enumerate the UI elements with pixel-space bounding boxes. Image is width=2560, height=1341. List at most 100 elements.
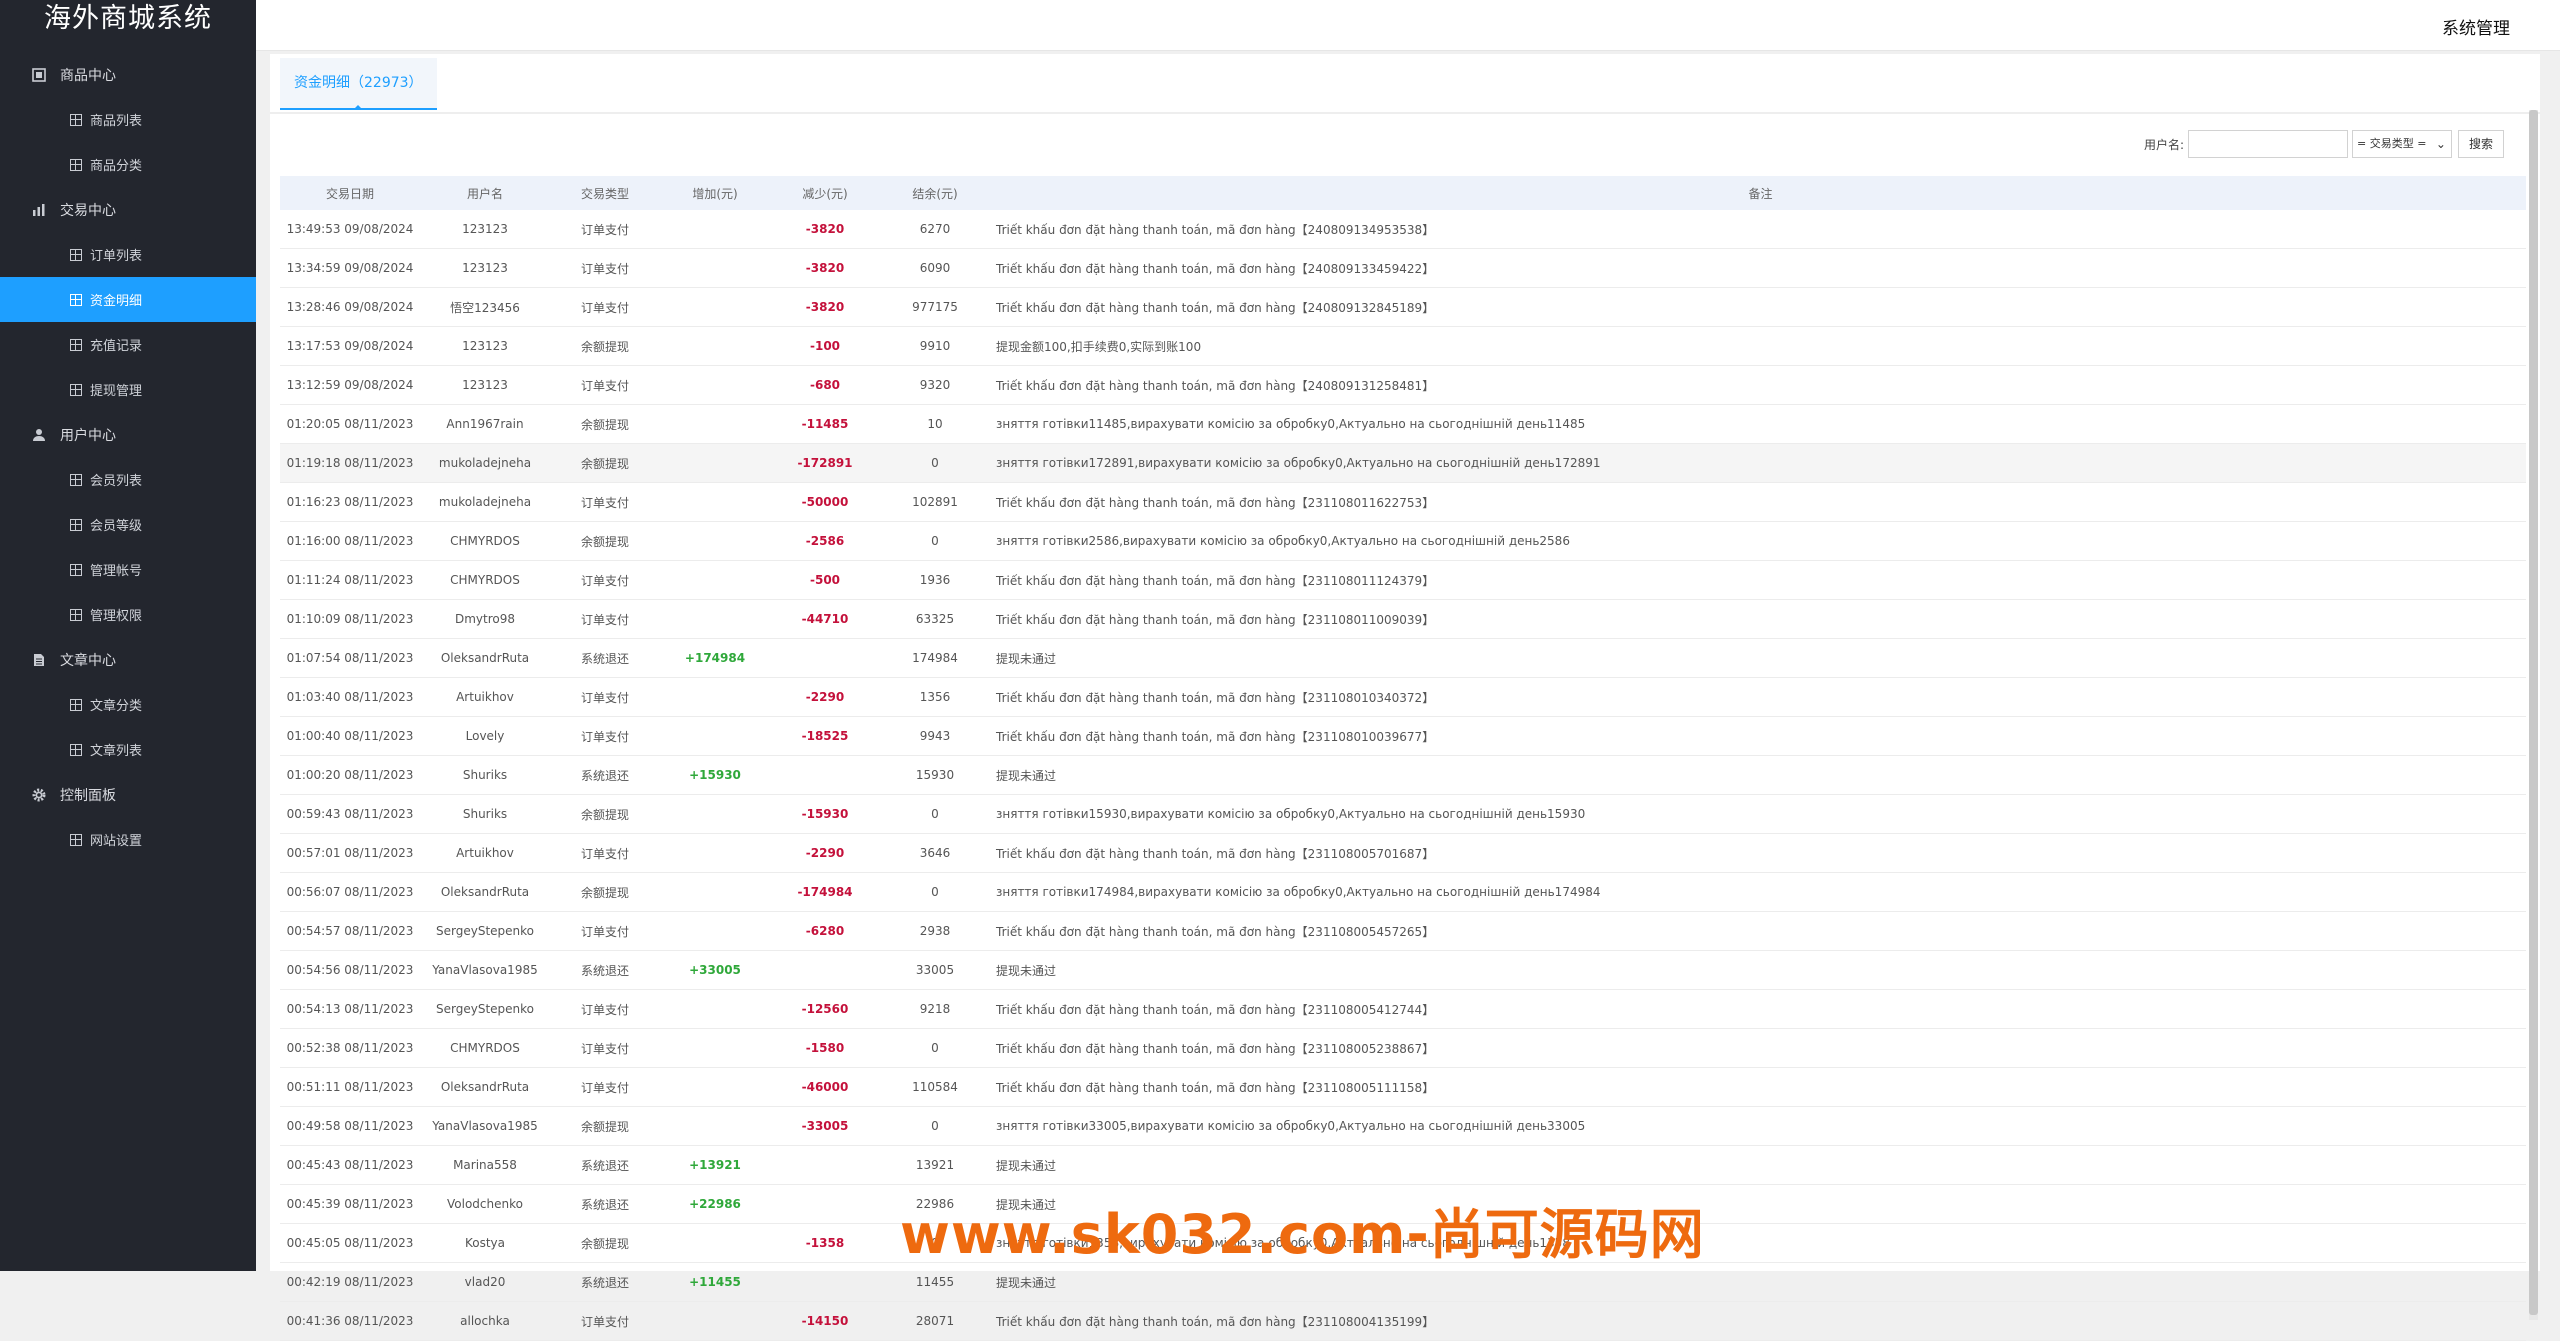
table-cell: 订单支付	[580, 729, 629, 744]
table-cell-wrapper: +33005	[660, 950, 770, 990]
table-cell: OleksandrRuta	[440, 1080, 530, 1094]
scrollbar-thumb[interactable]	[2529, 110, 2538, 1315]
sidebar-item-label: 文章列表	[90, 744, 143, 759]
sidebar-item[interactable]: 订单列表	[0, 232, 256, 277]
table-cell: 0	[931, 456, 939, 470]
table-cell: зняття готівки2586,вирахувати комісію за…	[996, 534, 1570, 548]
table-row: 01:19:18 08/11/2023 mukoladejneha 余额提现 -172…	[280, 443, 2526, 483]
table-cell: SergeyStepenko	[436, 1002, 534, 1016]
table-cell-wrapper: -46000	[770, 1067, 880, 1107]
table-cell: 提现未通过	[996, 963, 1057, 978]
search-button[interactable]: 搜索	[2457, 130, 2504, 158]
table-cell-wrapper: Triết khấu đơn đặt hàng thanh toán, mã đ…	[990, 833, 2526, 873]
sidebar-item[interactable]: 资金明细	[0, 277, 256, 322]
sidebar-item[interactable]: 会员列表	[0, 457, 256, 502]
table-cell-wrapper: зняття готівки11485,вирахувати комісію з…	[990, 404, 2526, 444]
table-cell: Kostya	[464, 1236, 506, 1250]
sidebar-group-0[interactable]: 商品中心	[0, 52, 256, 97]
sidebar-item-label: 商品分类	[90, 159, 143, 174]
table-cell: 余额提现	[580, 339, 629, 354]
table-cell: +13921	[689, 1158, 741, 1172]
sidebar-item[interactable]: 商品分类	[0, 142, 256, 187]
table-row: 13:49:53 09/08/2024 123123 订单支付 -3820 6270 Tr…	[280, 210, 2526, 249]
sidebar-item[interactable]: 文章分类	[0, 682, 256, 727]
table-cell-wrapper	[660, 404, 770, 444]
sidebar-item[interactable]: 文章列表	[0, 727, 256, 772]
table-cell: 123123	[462, 261, 508, 275]
sidebar-item[interactable]: 提现管理	[0, 367, 256, 412]
table-cell-wrapper: Triết khấu đơn đặt hàng thanh toán, mã đ…	[990, 599, 2526, 639]
sidebar-group-3[interactable]: 文章中心	[0, 637, 256, 682]
table-cell: +174984	[684, 651, 746, 665]
table-cell: Triết khấu đơn đặt hàng thanh toán, mã đ…	[996, 300, 1435, 315]
table-cell: OleksandrRuta	[440, 885, 530, 899]
table-cell: -6280	[805, 924, 845, 938]
table-cell-wrapper	[660, 248, 770, 288]
table-row: 01:07:54 08/11/2023 OleksandrRuta 系统退还 +174…	[280, 638, 2526, 678]
table-cell: 余额提现	[580, 534, 629, 549]
table-cell-wrapper	[660, 443, 770, 483]
table-cell: Artuikhov	[456, 690, 514, 704]
table-cell-wrapper: Shuriks	[420, 794, 550, 834]
table-cell-wrapper: Triết khấu đơn đặt hàng thanh toán, mã đ…	[990, 1028, 2526, 1068]
system-management-menu[interactable]: 系统管理	[2442, 14, 2510, 39]
table-cell: 00:54:13 08/11/2023	[286, 1002, 414, 1016]
table-cell-wrapper: Kostya	[420, 1223, 550, 1263]
sidebar-item[interactable]: 管理权限	[0, 592, 256, 637]
scrollbar[interactable]	[2529, 110, 2538, 1320]
table-cell-wrapper: Triết khấu đơn đặt hàng thanh toán, mã đ…	[990, 911, 2526, 951]
sidebar-item-label: 管理帐号	[90, 564, 143, 579]
table-cell-wrapper: 01:00:20 08/11/2023	[280, 755, 420, 795]
table-header-row: 交易日期 用户名 交易类型 增加(元) 减少(元) 结余(元) 备注	[280, 176, 2526, 210]
table-cell-wrapper: 00:56:07 08/11/2023	[280, 872, 420, 912]
table-cell-wrapper: Triết khấu đơn đặt hàng thanh toán, mã đ…	[990, 989, 2526, 1029]
product-icon	[30, 66, 48, 84]
table-cell-wrapper: 0	[880, 1106, 990, 1146]
table-cell: 0	[931, 807, 939, 821]
table-cell: 提现未通过	[996, 1275, 1057, 1290]
sidebar-item[interactable]: 网站设置	[0, 817, 256, 862]
table-cell: Triết khấu đơn đặt hàng thanh toán, mã đ…	[996, 1314, 1435, 1329]
table-cell-wrapper: 订单支付	[550, 833, 660, 873]
table-cell: 01:00:20 08/11/2023	[286, 768, 414, 782]
table-cell: 0	[931, 1041, 939, 1055]
table-cell: 6090	[919, 261, 951, 275]
table-cell: 余额提现	[580, 807, 629, 822]
table-cell: 0	[931, 885, 939, 899]
table-row: 01:03:40 08/11/2023 Artuikhov 订单支付 -2290 135…	[280, 677, 2526, 717]
table-cell: 系统退还	[580, 1275, 629, 1290]
table-cell-wrapper: Ann1967rain	[420, 404, 550, 444]
table-cell-wrapper: 订单支付	[550, 1301, 660, 1341]
transaction-type-select[interactable]: = 交易类型 = ⌄	[2351, 130, 2452, 158]
table-cell: Shuriks	[462, 807, 508, 821]
table-cell-wrapper: -14150	[770, 1301, 880, 1341]
table-cell-wrapper: 00:42:19 08/11/2023	[280, 1262, 420, 1302]
sidebar-group-2[interactable]: 用户中心	[0, 412, 256, 457]
sidebar-group-1[interactable]: 交易中心	[0, 187, 256, 232]
table-cell-wrapper: зняття готівки15930,вирахувати комісію з…	[990, 794, 2526, 834]
table-cell-wrapper: 102891	[880, 482, 990, 522]
table-cell: -3820	[805, 261, 845, 275]
username-input[interactable]	[2187, 130, 2348, 158]
table-cell-wrapper: 15930	[880, 755, 990, 795]
table-cell: -680	[809, 378, 841, 392]
sidebar-group-4[interactable]: 控制面板	[0, 772, 256, 817]
table-cell: -172891	[797, 456, 853, 470]
table-cell: Triết khấu đơn đặt hàng thanh toán, mã đ…	[996, 729, 1435, 744]
table-cell-wrapper	[660, 833, 770, 873]
sidebar-item[interactable]: 管理帐号	[0, 547, 256, 592]
table-cell: 123123	[462, 378, 508, 392]
sidebar-item[interactable]: 商品列表	[0, 97, 256, 142]
table-cell: mukoladejneha	[438, 495, 532, 509]
table-cell-wrapper: 余额提现	[550, 443, 660, 483]
table-cell: Triết khấu đơn đặt hàng thanh toán, mã đ…	[996, 924, 1435, 939]
sidebar-item[interactable]: 充值记录	[0, 322, 256, 367]
table-cell-wrapper	[660, 1301, 770, 1341]
table-cell-wrapper: 13:49:53 09/08/2024	[280, 210, 420, 249]
table-cell: 订单支付	[580, 300, 629, 315]
table-cell-wrapper: 订单支付	[550, 560, 660, 600]
table-cell: 00:51:11 08/11/2023	[286, 1080, 414, 1094]
tab-fund-details[interactable]: 资金明细（22973）	[280, 58, 437, 110]
sidebar-item[interactable]: 会员等级	[0, 502, 256, 547]
table-row: 01:20:05 08/11/2023 Ann1967rain 余额提现 -11485…	[280, 404, 2526, 444]
